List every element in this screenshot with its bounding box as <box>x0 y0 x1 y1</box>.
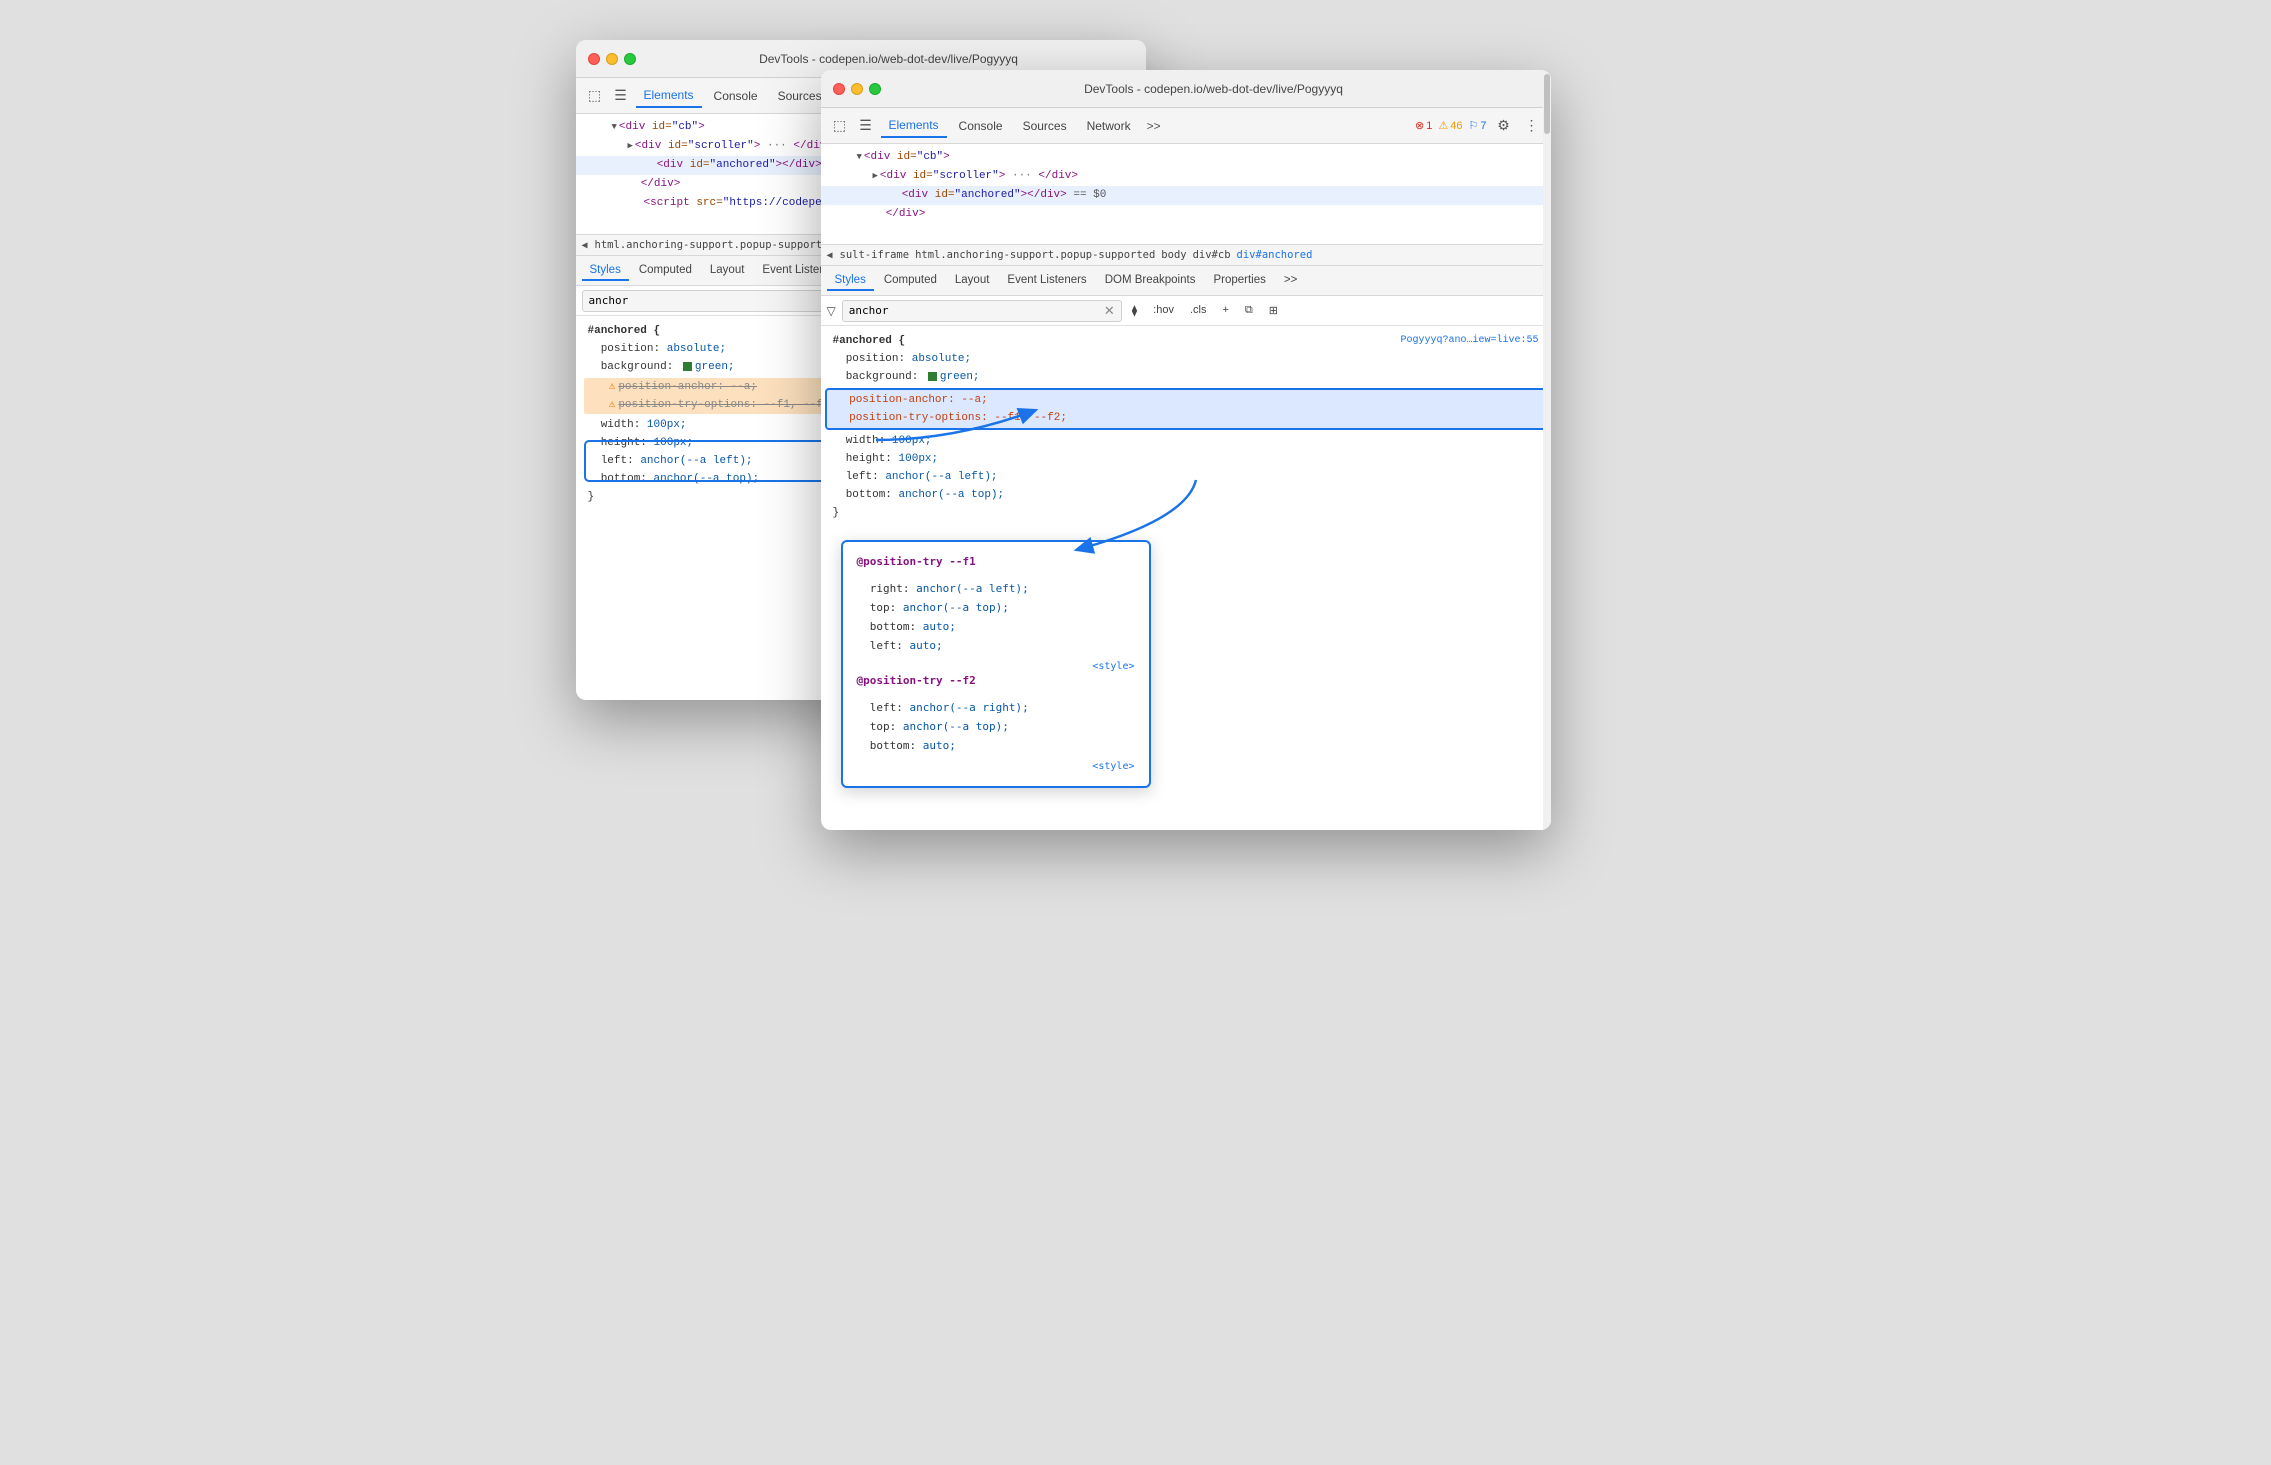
scrollbar-front[interactable] <box>1543 70 1551 830</box>
subtab-layout-front[interactable]: Layout <box>947 271 998 291</box>
tab-console-back[interactable]: Console <box>706 85 766 107</box>
dom-tree-front: ▼<div id="cb"> ▶<div id="scroller"> ··· … <box>821 144 1551 244</box>
css-prop-left-front: left: anchor(--a left); <box>821 468 1551 486</box>
bc-divanchored-front[interactable]: div#anchored <box>1234 249 1316 261</box>
warning-count: 46 <box>1450 120 1462 132</box>
popup-rule2-top: top: anchor(--a top); <box>857 717 1135 736</box>
css-link-front[interactable]: Pogyyyq?ano…iew=live:55 <box>1400 332 1538 350</box>
filter-icon-front: ▽ <box>827 304 836 318</box>
search-options-front: ⧫ :hov .cls + ⧉ ⊞ <box>1128 302 1282 319</box>
inspect-icon[interactable]: ⬚ <box>584 85 606 107</box>
bc-divcb-front[interactable]: div#cb <box>1190 249 1234 261</box>
subtabs-front: Styles Computed Layout Event Listeners D… <box>821 266 1551 296</box>
popup-rule1-right: right: anchor(--a left); <box>857 579 1135 598</box>
css-area-front: #anchored { Pogyyyq?ano…iew=live:55 posi… <box>821 326 1551 522</box>
close-button-front[interactable] <box>833 83 845 95</box>
toolbar-badges: ⊗ 1 ⚠ 46 ⚐ 7 ⚙ ⋮ <box>1415 115 1542 137</box>
error-count: 1 <box>1426 120 1432 132</box>
tab-sources-front[interactable]: Sources <box>1015 115 1075 137</box>
dom-line-front: ▼<div id="cb"> <box>821 148 1551 167</box>
bc-html-front[interactable]: html.anchoring-support.popup-supported <box>912 249 1158 261</box>
scrollbar-thumb-front[interactable] <box>1544 74 1550 134</box>
popup-rule2-bottom: bottom: auto; <box>857 736 1135 755</box>
search-input-front[interactable] <box>849 304 1104 317</box>
minimize-button-back[interactable] <box>606 53 618 65</box>
css-prop-background-front: background: green; <box>821 368 1551 386</box>
clear-search-front[interactable]: ✕ <box>1104 303 1115 319</box>
popup-rule1-at: @position-try --f1 <box>857 552 1135 571</box>
add-option-front[interactable]: + <box>1218 302 1232 319</box>
devtools-window-front: DevTools - codepen.io/web-dot-dev/live/P… <box>821 70 1551 830</box>
info-icon: ⚐ <box>1469 119 1479 132</box>
settings-icon[interactable]: ⚙ <box>1493 115 1515 137</box>
css-prop-width-front: width: 100px; <box>821 432 1551 450</box>
window-title-front: DevTools - codepen.io/web-dot-dev/live/P… <box>889 82 1539 96</box>
subtab-properties-front[interactable]: Properties <box>1205 271 1273 291</box>
traffic-lights-back <box>588 53 636 65</box>
search-wrap-front[interactable]: ✕ <box>842 300 1122 322</box>
info-badge: ⚐ 7 <box>1469 119 1487 132</box>
bc-html-back[interactable]: html.anchoring-support.popup-supported <box>592 239 838 251</box>
filter-icon2-front[interactable]: ⧫ <box>1128 302 1141 319</box>
css-close-front: } <box>821 504 1551 522</box>
subtab-styles-front[interactable]: Styles <box>827 271 874 291</box>
popup-rule1-left: left: auto; <box>857 636 1135 655</box>
style-link-1[interactable]: <style> <box>1092 657 1134 676</box>
maximize-button-front[interactable] <box>869 83 881 95</box>
css-highlighted-block-front: position-anchor: --a; position-try-optio… <box>825 388 1547 430</box>
css-prop-try-options-front: position-try-options: --f1, --f2; <box>831 409 1541 427</box>
popup-rule1-bottom: bottom: auto; <box>857 617 1135 636</box>
tab-elements-front[interactable]: Elements <box>881 114 947 138</box>
close-button-back[interactable] <box>588 53 600 65</box>
dom-line-front-4: </div> <box>821 205 1551 224</box>
device-icon[interactable]: ☰ <box>610 85 632 107</box>
css-prop-anchor-front: position-anchor: --a; <box>831 391 1541 409</box>
dom-line-front-2: ▶<div id="scroller"> ··· </div> <box>821 167 1551 186</box>
bc-body-front[interactable]: body <box>1158 249 1189 261</box>
subtab-computed-front[interactable]: Computed <box>876 271 945 291</box>
css-prop-bottom-front: bottom: anchor(--a top); <box>821 486 1551 504</box>
traffic-lights-front <box>833 83 881 95</box>
cls-option-front[interactable]: .cls <box>1186 302 1211 319</box>
error-icon: ⊗ <box>1415 119 1424 132</box>
tab-network-front[interactable]: Network <box>1079 115 1139 137</box>
window-title-back: DevTools - codepen.io/web-dot-dev/live/P… <box>644 52 1134 66</box>
css-prop-height-front: height: 100px; <box>821 450 1551 468</box>
dom-line-anchored-front: <div id="anchored"></div> == $0 <box>821 186 1551 205</box>
popup-rule2-left: left: anchor(--a right); <box>857 698 1135 717</box>
hov-option-front[interactable]: :hov <box>1149 302 1178 319</box>
info-count: 7 <box>1480 120 1486 132</box>
style-link-2[interactable]: <style> <box>1092 757 1134 776</box>
more-icon[interactable]: ⋮ <box>1521 115 1543 137</box>
warning-badge: ⚠ 46 <box>1438 119 1462 132</box>
minimize-button-front[interactable] <box>851 83 863 95</box>
subtab-more-front[interactable]: >> <box>1276 271 1305 291</box>
popup-box: @position-try --f1 right: anchor(--a lef… <box>841 540 1151 788</box>
css-selector-front: #anchored { Pogyyyq?ano…iew=live:55 <box>821 332 1551 350</box>
tab-elements-back[interactable]: Elements <box>636 84 702 108</box>
searchbar-front: ▽ ✕ ⧫ :hov .cls + ⧉ ⊞ <box>821 296 1551 326</box>
maximize-button-back[interactable] <box>624 53 636 65</box>
css-prop-position-front: position: absolute; <box>821 350 1551 368</box>
warning-icon: ⚠ <box>1438 119 1448 132</box>
subtab-events-front[interactable]: Event Listeners <box>999 271 1094 291</box>
device-icon-front[interactable]: ☰ <box>855 115 877 137</box>
subtab-styles-back[interactable]: Styles <box>582 261 629 281</box>
bc-iframe-front[interactable]: sult-iframe <box>837 249 913 261</box>
breadcrumb-front: ◀ sult-iframe html.anchoring-support.pop… <box>821 244 1551 266</box>
popup-rule1-top: top: anchor(--a top); <box>857 598 1135 617</box>
copy-option-front[interactable]: ⧉ <box>1241 302 1257 319</box>
more-tabs-front[interactable]: >> <box>1143 117 1165 135</box>
subtab-dom-front[interactable]: DOM Breakpoints <box>1097 271 1204 291</box>
expand-option-front[interactable]: ⊞ <box>1265 302 1282 319</box>
toolbar-front: ⬚ ☰ Elements Console Sources Network >> … <box>821 108 1551 144</box>
titlebar-front: DevTools - codepen.io/web-dot-dev/live/P… <box>821 70 1551 108</box>
inspect-icon-front[interactable]: ⬚ <box>829 115 851 137</box>
error-badge: ⊗ 1 <box>1415 119 1432 132</box>
subtab-layout-back[interactable]: Layout <box>702 261 753 281</box>
subtab-computed-back[interactable]: Computed <box>631 261 700 281</box>
tab-console-front[interactable]: Console <box>951 115 1011 137</box>
